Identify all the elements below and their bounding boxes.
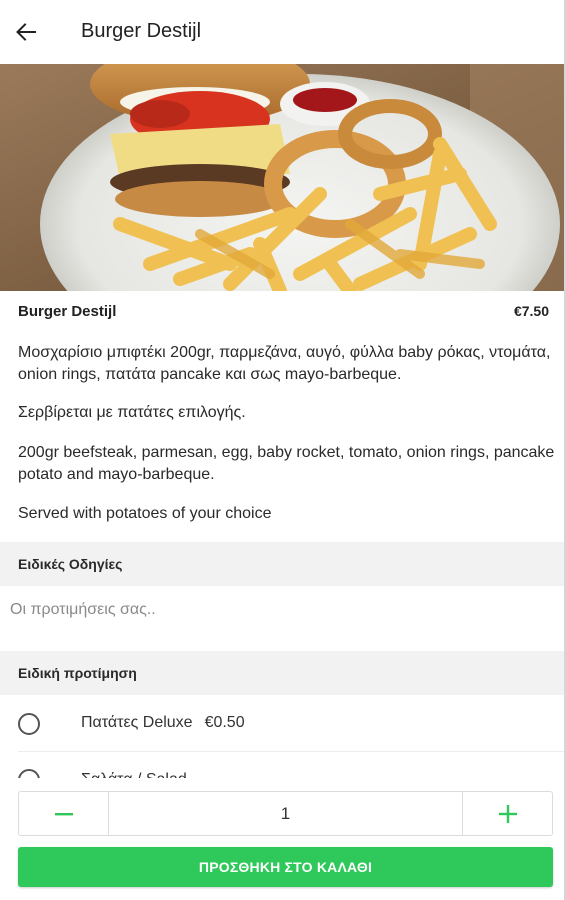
arrow-left-icon	[16, 23, 36, 41]
page-title: Burger Destijl	[81, 20, 202, 42]
served-english: Served with potatoes of your choice	[18, 505, 272, 522]
product-header: Burger Destijl €7.50	[18, 303, 549, 320]
product-price: €7.50	[513, 303, 549, 319]
decrease-button[interactable]	[19, 792, 109, 835]
quantity-value: 1	[280, 803, 291, 823]
increase-button[interactable]	[462, 792, 552, 835]
preference-header: Ειδική προτίμηση	[0, 651, 564, 695]
radio-button[interactable]	[18, 713, 40, 735]
option-row[interactable]: Πατάτες Deluxe €0.50	[0, 696, 564, 752]
option-price: €0.50	[204, 714, 245, 731]
add-to-cart-button[interactable]: ΠΡΟΣΘΗΚΗ ΣΤΟ ΚΑΛΑΘΙ	[18, 847, 553, 887]
back-button[interactable]	[0, 0, 52, 64]
minus-icon	[54, 812, 73, 815]
quantity-stepper: 1	[18, 791, 553, 836]
option-label: Πατάτες Deluxe €0.50	[81, 714, 245, 732]
special-instructions-title: Ειδικές Οδηγίες	[18, 556, 123, 572]
preference-title: Ειδική προτίμηση	[18, 665, 137, 681]
product-name: Burger Destijl	[18, 303, 117, 320]
served-greek: Σερβίρεται με πατάτες επιλογής.	[18, 404, 246, 421]
description-greek: Μοσχαρίσιο μπιφτέκι 200gr, παρμεζάνα, αυ…	[18, 344, 551, 383]
product-image	[0, 64, 564, 291]
description-english: 200gr beefsteak, parmesan, egg, baby roc…	[18, 444, 555, 483]
app-bar: Burger Destijl	[0, 0, 564, 64]
special-instructions-header: Ειδικές Οδηγίες	[0, 542, 564, 586]
option-name: Πατάτες Deluxe	[81, 714, 193, 731]
plus-icon	[498, 804, 517, 823]
app-screen: Burger Destijl Burger Destijl €7.50 Μοσχ…	[0, 0, 564, 900]
special-instructions-input[interactable]	[10, 594, 550, 626]
